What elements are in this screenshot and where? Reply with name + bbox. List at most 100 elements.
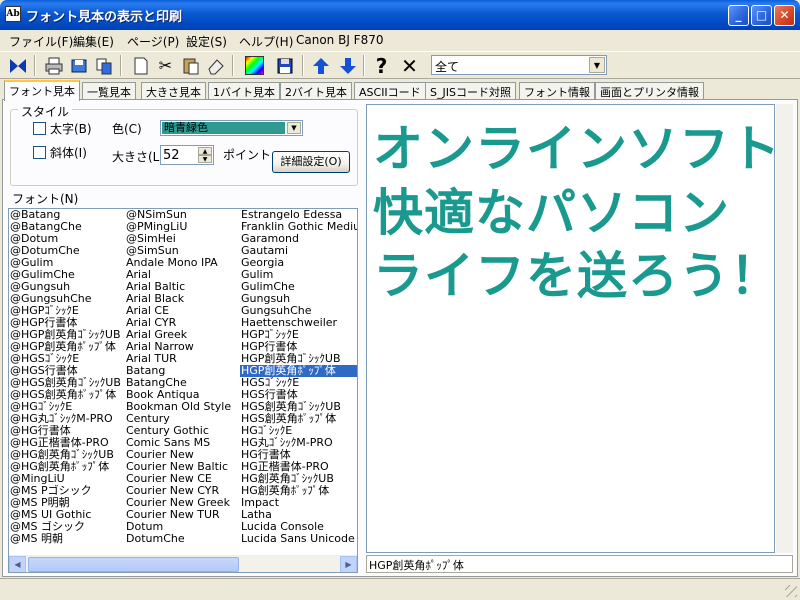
filter-combo[interactable]: 全て ▼ [431,55,607,75]
font-list-item[interactable]: Haettenschweiler [240,317,357,329]
font-list-item[interactable]: Franklin Gothic Mediu [240,221,357,233]
font-list-item[interactable]: @DotumChe [9,245,124,257]
scrollbar-thumb[interactable] [28,557,239,572]
font-list-item[interactable]: Courier New CYR [125,485,240,497]
chevron-down-icon[interactable]: ▼ [287,122,301,134]
font-list-item[interactable]: Impact [240,497,357,509]
font-list-item[interactable]: @GulimChe [9,269,124,281]
close-icon[interactable]: ✕ [398,54,421,77]
font-list-item[interactable]: HG行書体 [240,449,357,461]
font-list-item[interactable]: Courier New [125,449,240,461]
tab-font-sample[interactable]: フォント見本 [4,80,80,101]
font-list-item[interactable]: Century [125,413,240,425]
bowtie-icon[interactable] [6,54,29,77]
menu-edit[interactable]: 編集(E) [73,33,114,50]
font-list-item[interactable]: @HGS創英角ﾎﾟｯﾌﾟ体 [9,389,124,401]
resize-grip-icon[interactable] [785,585,797,597]
menu-file[interactable]: ファイル(F) [9,33,73,50]
font-list-item[interactable]: @MingLiU [9,473,124,485]
font-list-item[interactable]: @HGS行書体 [9,365,124,377]
bold-checkbox[interactable] [33,122,46,135]
tab-screen-printer-info[interactable]: 画面とプリンタ情報 [595,82,704,100]
font-list-item[interactable]: DotumChe [125,533,240,545]
tab-list-sample[interactable]: 一覧見本 [82,82,136,100]
chevron-down-icon[interactable]: ▼ [589,57,605,73]
spin-down-icon[interactable]: ▼ [198,155,212,163]
font-list-item[interactable]: Lucida Console [240,521,357,533]
font-list-item[interactable]: @MS 明朝 [9,533,124,545]
minimize-button[interactable]: _ [728,5,749,26]
font-list-item[interactable]: @PMingLiU [125,221,240,233]
font-list-item[interactable]: @HG正楷書体-PRO [9,437,124,449]
font-list-item[interactable]: @HG丸ｺﾞｼｯｸM-PRO [9,413,124,425]
font-list-item[interactable]: @BatangChe [9,221,124,233]
font-list-item[interactable]: @GungsuhChe [9,293,124,305]
font-list-item[interactable]: Gungsuh [240,293,357,305]
font-list-item[interactable]: @MS ゴシック [9,521,124,533]
font-list-item[interactable]: Courier New TUR [125,509,240,521]
font-list-item[interactable]: HGP行書体 [240,341,357,353]
font-list-item[interactable]: Arial CYR [125,317,240,329]
italic-checkbox[interactable] [33,146,46,159]
font-list-item[interactable]: @Batang [9,209,124,221]
font-list-item[interactable]: Century Gothic [125,425,240,437]
tab-1byte-sample[interactable]: 1バイト見本 [208,82,280,100]
font-list-item[interactable]: Andale Mono IPA [125,257,240,269]
font-list-item[interactable]: Gulim [240,269,357,281]
font-list-item[interactable]: @HG創英角ｺﾞｼｯｸUB [9,449,124,461]
font-list-item[interactable]: Arial Greek [125,329,240,341]
font-list-item[interactable]: @HG行書体 [9,425,124,437]
font-list-item[interactable]: Courier New Baltic [125,461,240,473]
font-list-item[interactable]: @HGP創英角ﾎﾟｯﾌﾟ体 [9,341,124,353]
font-list-item[interactable]: @HGｺﾞｼｯｸE [9,401,124,413]
font-list-item[interactable]: HG創英角ｺﾞｼｯｸUB [240,473,357,485]
vertical-scrollbar[interactable] [776,104,793,553]
help-icon[interactable]: ? [370,54,393,77]
detail-settings-button[interactable]: 詳細設定(O) [272,151,350,173]
font-list-item[interactable]: Gautami [240,245,357,257]
font-list-item[interactable]: Estrangelo Edessa [240,209,357,221]
font-list-item[interactable]: @HGS創英角ｺﾞｼｯｸUB [9,377,124,389]
horizontal-scrollbar[interactable]: ◀ ▶ [9,555,357,572]
font-list-item[interactable]: @HGPｺﾞｼｯｸE [9,305,124,317]
font-list-item[interactable]: @NSimSun [125,209,240,221]
font-list-item[interactable]: HGｺﾞｼｯｸE [240,425,357,437]
font-list-item[interactable]: Latha [240,509,357,521]
font-list-item[interactable]: Arial Black [125,293,240,305]
menu-printer[interactable]: Canon BJ F870 [296,33,384,47]
font-list-item[interactable]: @HGP行書体 [9,317,124,329]
scroll-left-icon[interactable]: ◀ [9,556,26,572]
font-list-item[interactable]: Dotum [125,521,240,533]
font-list-item[interactable]: Lucida Sans Unicode [240,533,357,545]
font-list-item[interactable]: @Gungsuh [9,281,124,293]
new-page-icon[interactable] [129,54,152,77]
font-list-item[interactable]: Arial CE [125,305,240,317]
font-list-item[interactable]: HG丸ｺﾞｼｯｸM-PRO [240,437,357,449]
size-stepper[interactable]: 52 ▲ ▼ [160,145,214,165]
font-list-item[interactable]: Courier New CE [125,473,240,485]
font-list-item[interactable]: Book Antiqua [125,389,240,401]
font-list-item[interactable]: HGS創英角ｺﾞｼｯｸUB [240,401,357,413]
font-list-item[interactable]: HGP創英角ｺﾞｼｯｸUB [240,353,357,365]
font-list-item[interactable]: GungsuhChe [240,305,357,317]
font-list-item[interactable]: @HGSｺﾞｼｯｸE [9,353,124,365]
arrow-down-icon[interactable] [336,54,359,77]
font-list-item[interactable]: HGPｺﾞｼｯｸE [240,329,357,341]
font-list-item[interactable]: GulimChe [240,281,357,293]
font-list-item[interactable]: Arial TUR [125,353,240,365]
font-list-item[interactable]: Arial [125,269,240,281]
floppy-icon[interactable] [273,54,296,77]
close-button[interactable]: ✕ [774,5,795,26]
menu-help[interactable]: ヘルプ(H) [239,33,293,50]
font-list-item[interactable]: @MS Pゴシック [9,485,124,497]
tab-sjis[interactable]: S_JISコード対照 [425,82,516,100]
font-list-item[interactable]: HG正楷書体-PRO [240,461,357,473]
font-list-item[interactable]: @SimSun [125,245,240,257]
font-list-item[interactable]: Courier New Greek [125,497,240,509]
font-list-item[interactable]: HGSｺﾞｼｯｸE [240,377,357,389]
font-list-item[interactable]: Georgia [240,257,357,269]
tab-ascii[interactable]: ASCIIコード [354,82,426,100]
color-combo[interactable]: 暗青緑色 ▼ [160,120,303,136]
title-bar[interactable]: Ab フォント見本の表示と印刷 _ □ ✕ [0,0,800,30]
font-list-item[interactable]: Batang [125,365,240,377]
